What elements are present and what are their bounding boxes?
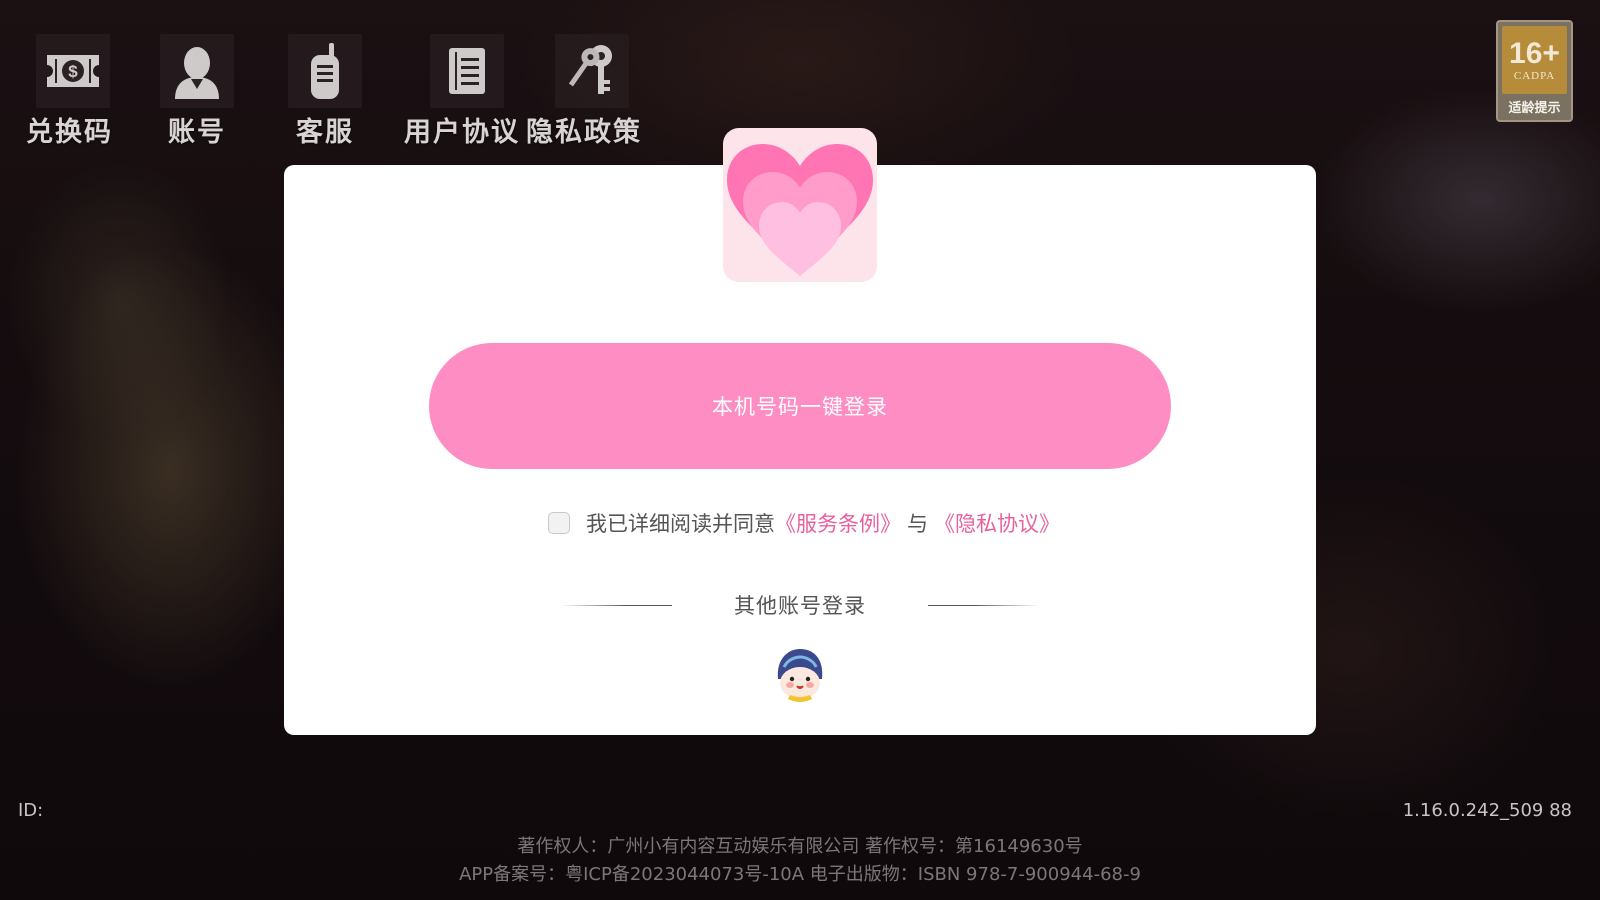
other-login-divider: 其他账号登录	[560, 590, 1040, 620]
age-rating-badge: 16+ CADPA 适龄提示	[1496, 20, 1573, 122]
agree-text: 我已详细阅读并同意	[586, 512, 775, 536]
terms-link[interactable]: 《服务条例》	[775, 508, 901, 538]
privacy-policy-label: 隐私政策	[526, 117, 642, 148]
divider-right	[928, 604, 1040, 606]
agreement-row: 我已详细阅读并同意 《服务条例》 与 《隐私协议》	[548, 509, 1060, 537]
account-button[interactable]: 账号	[160, 34, 234, 149]
user-avatar-icon	[160, 34, 234, 108]
divider-left	[560, 604, 672, 606]
redeem-code-label: 兑换码	[26, 117, 113, 148]
account-label: 账号	[168, 117, 226, 148]
privacy-policy-button[interactable]: 隐私政策	[526, 34, 642, 149]
age-rating-tip: 适龄提示	[1508, 101, 1561, 116]
svg-text:$: $	[68, 62, 78, 81]
other-login-label: 其他账号登录	[734, 594, 866, 618]
customer-service-label: 客服	[296, 117, 354, 148]
keys-icon	[555, 34, 629, 108]
agree-checkbox[interactable]	[548, 512, 570, 534]
user-agreement-label: 用户协议	[404, 117, 520, 148]
login-screen: $ 兑换码 账号 客服 用户协议 隐私政策 16+ CADPA 适龄提示 本机号…	[0, 0, 1600, 900]
privacy-link[interactable]: 《隐私协议》	[934, 508, 1060, 538]
user-id-label: ID:	[18, 800, 44, 821]
copyright-line: 著作权人：广州小有内容互动娱乐有限公司 著作权号：第16149630号	[517, 836, 1083, 857]
ticket-dollar-icon: $	[35, 34, 110, 108]
user-agreement-button[interactable]: 用户协议	[404, 34, 520, 149]
redeem-code-button[interactable]: $ 兑换码	[26, 34, 113, 149]
mascot-avatar-icon[interactable]	[770, 645, 830, 705]
and-text: 与	[907, 512, 928, 536]
document-list-icon	[430, 34, 504, 108]
version-label: 1.16.0.242_509 88	[1402, 800, 1572, 821]
license-line: APP备案号：粤ICP备2023044073号-10A 电子出版物：ISBN 9…	[459, 864, 1141, 885]
pink-heart-icon	[723, 128, 877, 282]
age-rating-org: CADPA	[1513, 70, 1556, 82]
one-click-login-button[interactable]: 本机号码一键登录	[429, 343, 1171, 469]
age-rating-value: 16+	[1509, 37, 1560, 70]
customer-service-button[interactable]: 客服	[288, 34, 362, 149]
walkie-talkie-icon	[288, 34, 362, 108]
